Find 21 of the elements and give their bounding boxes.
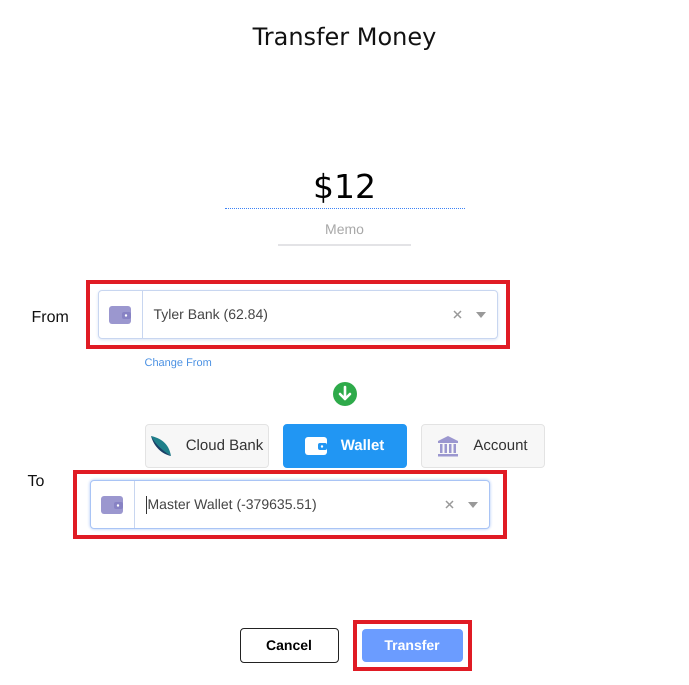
account-select[interactable]: Tyler Bank (62.84) <box>98 290 498 339</box>
to-label: To <box>28 472 46 492</box>
wallet-icon <box>304 437 327 455</box>
account-select[interactable]: Master Wallet (-379635.51) <box>90 480 490 529</box>
memo-field[interactable]: Memo <box>278 217 411 246</box>
source-type-button[interactable]: Cloud Bank <box>144 424 268 468</box>
selected-account: Master Wallet (-379635.51) <box>148 495 317 514</box>
leaf-icon <box>150 435 172 457</box>
dialog-title: Transfer Money <box>252 22 436 52</box>
source-type-button[interactable]: Account <box>420 424 544 468</box>
wallet-icon <box>101 496 123 514</box>
bank-icon <box>437 435 460 457</box>
clear-icon[interactable] <box>452 310 462 319</box>
caret-icon[interactable] <box>476 312 486 318</box>
selected-account: Tyler Bank (62.84) <box>154 305 268 324</box>
cancel-button[interactable]: Cancel <box>240 628 338 663</box>
wallet-icon <box>109 306 131 324</box>
clear-icon[interactable] <box>444 500 454 509</box>
caret-icon[interactable] <box>468 502 478 508</box>
from-label: From <box>32 308 70 328</box>
amount-field[interactable]: $12 <box>224 167 464 209</box>
